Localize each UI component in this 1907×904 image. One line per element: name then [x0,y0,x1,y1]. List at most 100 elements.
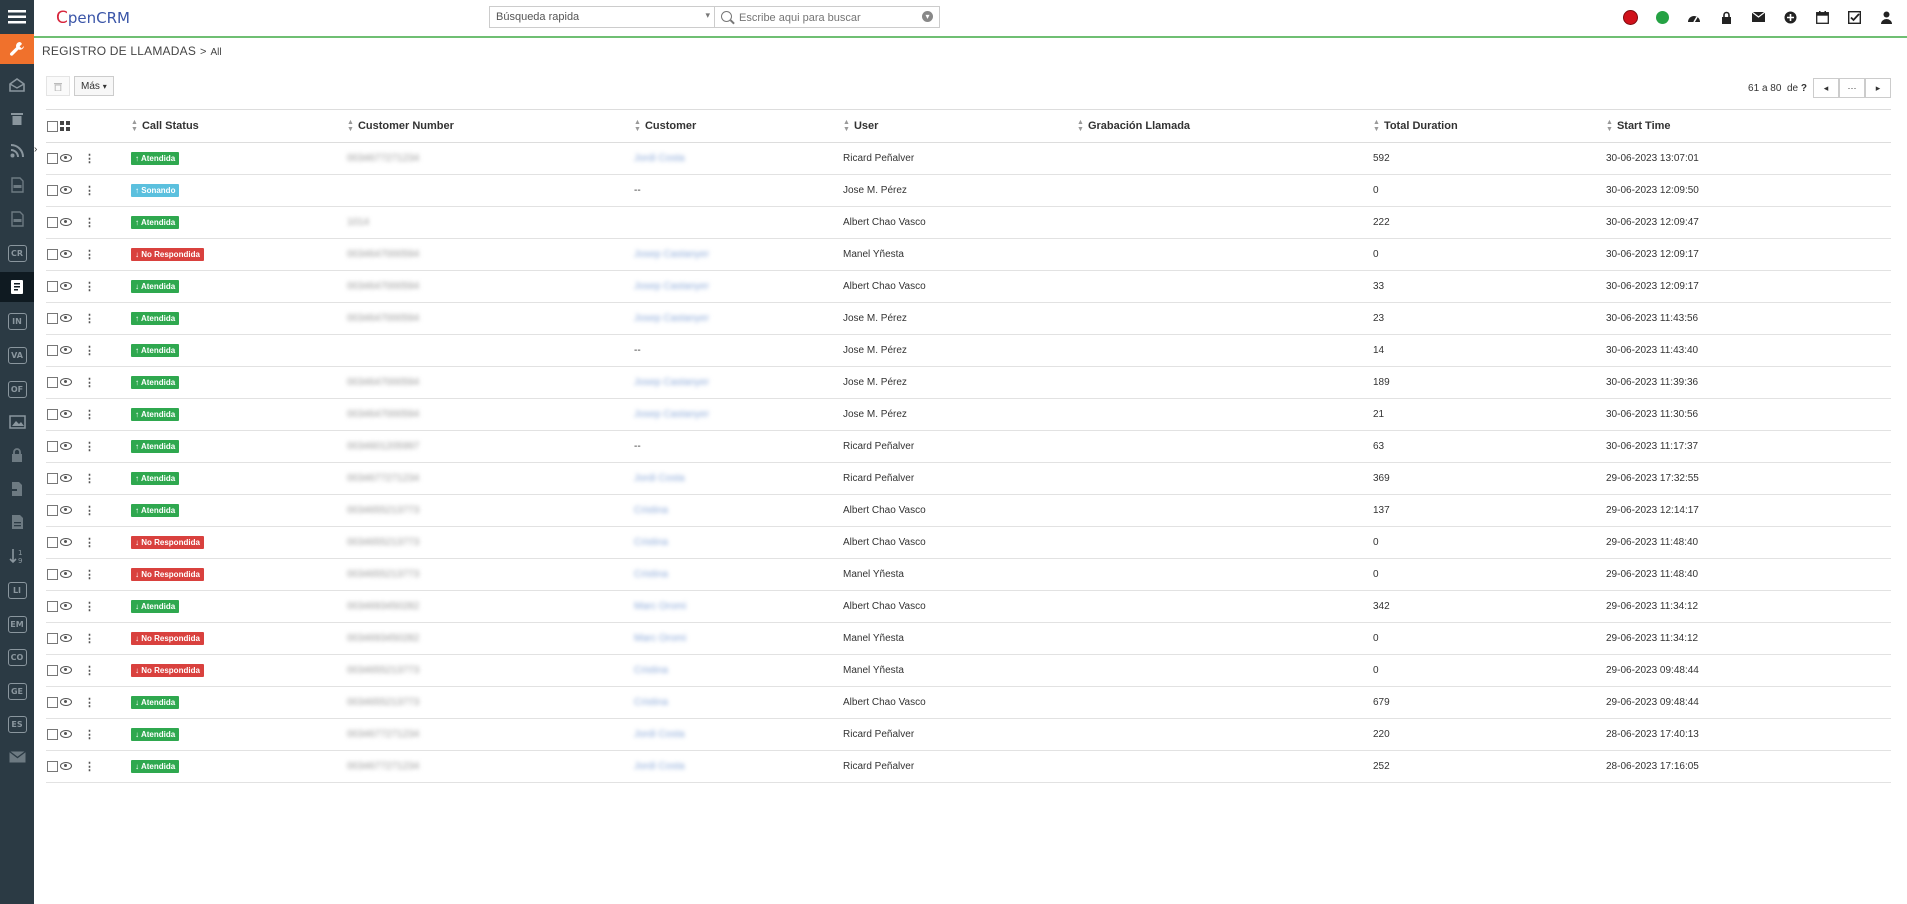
customer-number[interactable]: 0034647000594 [347,313,419,324]
customer-link[interactable]: Josep Castanyer [634,313,709,324]
customer-link[interactable]: Jordi Costa [634,473,685,484]
eye-icon[interactable] [60,474,72,483]
row-actions-icon[interactable]: ⋮ [84,472,95,485]
row-actions-icon[interactable]: ⋮ [84,408,95,421]
row-actions-icon[interactable]: ⋮ [84,664,95,677]
customer-number[interactable]: 0034655213773 [347,665,419,676]
customer-number[interactable]: 0034601205997 [347,441,419,452]
module-title[interactable]: REGISTRO DE LLAMADAS [42,44,196,58]
row-checkbox[interactable] [47,248,58,260]
row-actions-icon[interactable]: ⋮ [84,728,95,741]
row-actions-icon[interactable]: ⋮ [84,184,95,197]
sidebar-item-co[interactable]: CO [0,642,34,672]
header-customer-number[interactable]: ▲ ▼ Customer Number [347,109,634,143]
delete-selected-button[interactable] [46,76,70,96]
wrench-icon[interactable] [0,34,34,64]
header-total-duration[interactable]: ▲ ▼ Total Duration [1373,109,1606,143]
prev-page-button[interactable]: ◂ [1813,78,1839,98]
row-actions-icon[interactable]: ⋮ [84,440,95,453]
row-checkbox[interactable] [47,536,58,548]
customer-number[interactable]: 0034693450282 [347,633,419,644]
table-row[interactable]: ⋮ ↓ Atendida 0034677271234 Jordi Costa Ricar… [46,750,1891,783]
row-actions-icon[interactable]: ⋮ [84,248,95,261]
clear-search-icon[interactable]: ▾ [922,11,933,22]
page-jump-button[interactable]: ··· [1839,78,1865,98]
eye-icon[interactable] [60,250,72,259]
eye-icon[interactable] [60,730,72,739]
eye-icon[interactable] [60,154,72,163]
customer-number[interactable]: 0034655213773 [347,505,419,516]
customer-link[interactable]: Josep Castanyer [634,281,709,292]
customer-number[interactable]: 0034677271234 [347,153,419,164]
table-row[interactable]: ⋮ ↓ Atendida 0034693450282 Marc Oromi Albert… [46,590,1891,623]
header-customer[interactable]: ▲ ▼ Customer [634,109,843,143]
calendar-icon[interactable] [1813,8,1831,26]
table-row[interactable]: ⋮ ↑ Atendida 0034647000594 Josep Castanyer J… [46,398,1891,431]
row-checkbox[interactable] [47,696,58,708]
eye-icon[interactable] [60,506,72,515]
table-row[interactable]: ⋮ ↓ Atendida 0034677271234 Jordi Costa Ricar… [46,718,1891,751]
customer-number[interactable]: 0034647000594 [347,409,419,420]
customer-link[interactable]: Josep Castanyer [634,409,709,420]
customer-link[interactable]: Cristina [634,569,668,580]
row-checkbox[interactable] [47,376,58,388]
more-actions-button[interactable]: Más ▾ [74,76,114,96]
row-checkbox[interactable] [47,216,58,228]
row-actions-icon[interactable]: ⋮ [84,568,95,581]
sidebar-item-cr[interactable]: CR [0,238,34,268]
row-checkbox[interactable] [47,440,58,452]
row-actions-icon[interactable]: ⋮ [84,312,95,325]
row-checkbox[interactable] [47,152,58,164]
customer-number[interactable]: 0034647000594 [347,281,419,292]
xls-file-icon[interactable] [0,204,34,234]
image-icon[interactable] [0,407,34,437]
row-checkbox[interactable] [47,280,58,292]
row-checkbox[interactable] [47,312,58,324]
user-icon[interactable] [1877,8,1895,26]
customer-number[interactable]: 0034655213773 [347,697,419,708]
lock-top-icon[interactable] [1717,8,1735,26]
eye-icon[interactable] [60,314,72,323]
add-circle-icon[interactable] [1781,8,1799,26]
customer-number[interactable]: 0034677271234 [347,761,419,772]
search-type-select[interactable]: Búsqueda rapida ▾ [489,6,715,28]
row-checkbox[interactable] [47,728,58,740]
row-checkbox[interactable] [47,472,58,484]
header-user[interactable]: ▲ ▼ User [843,109,1077,143]
trash-icon[interactable] [0,103,34,133]
sidebar-item-li[interactable]: LI [0,575,34,605]
table-row[interactable]: ⋮ ↑ Atendida 0034655213773 Cristina Albert C… [46,494,1891,527]
table-row[interactable]: ⋮ ↑ Sonando -- Jose M. Pérez 0 30-06-2023 12:… [46,174,1891,207]
eye-icon[interactable] [60,570,72,579]
customer-link[interactable]: Josep Castanyer [634,249,709,260]
eye-icon[interactable] [60,538,72,547]
row-checkbox[interactable] [47,760,58,772]
sidebar-item-va[interactable]: VA [0,340,34,370]
customer-number[interactable]: 1014 [347,217,369,228]
table-row[interactable]: ⋮ ↓ No Respondida 0034655213773 Cristina Man… [46,558,1891,591]
eye-icon[interactable] [60,186,72,195]
pdf-file-icon[interactable] [0,170,34,200]
row-actions-icon[interactable]: ⋮ [84,632,95,645]
eye-icon[interactable] [60,346,72,355]
eye-icon[interactable] [60,762,72,771]
whatsapp-icon[interactable] [1653,8,1671,26]
header-recording[interactable]: ▲ ▼ Grabación Llamada [1077,109,1373,143]
customer-number[interactable]: 0034677271234 [347,729,419,740]
row-actions-icon[interactable]: ⋮ [84,504,95,517]
column-chooser-icon[interactable] [60,121,70,132]
eye-icon[interactable] [60,602,72,611]
table-row[interactable]: ⋮ ↓ Atendida 0034655213773 Cristina Albert C… [46,686,1891,719]
row-checkbox[interactable] [47,184,58,196]
recording-status-icon[interactable] [1621,8,1639,26]
customer-link[interactable]: Cristina [634,697,668,708]
rss-icon[interactable] [0,136,34,166]
table-row[interactable]: ⋮ ↓ No Respondida 0034655213773 Cristina Alb… [46,526,1891,559]
eye-icon[interactable] [60,282,72,291]
view-name[interactable]: All [210,47,221,58]
next-page-button[interactable]: ▸ [1865,78,1891,98]
table-row[interactable]: ⋮ ↑ Atendida 0034647000594 Josep Castanyer J… [46,302,1891,335]
tasks-check-icon[interactable] [1845,8,1863,26]
table-row[interactable]: ⋮ ↑ Atendida 0034677271234 Jordi Costa Ricar… [46,142,1891,175]
eye-icon[interactable] [60,378,72,387]
